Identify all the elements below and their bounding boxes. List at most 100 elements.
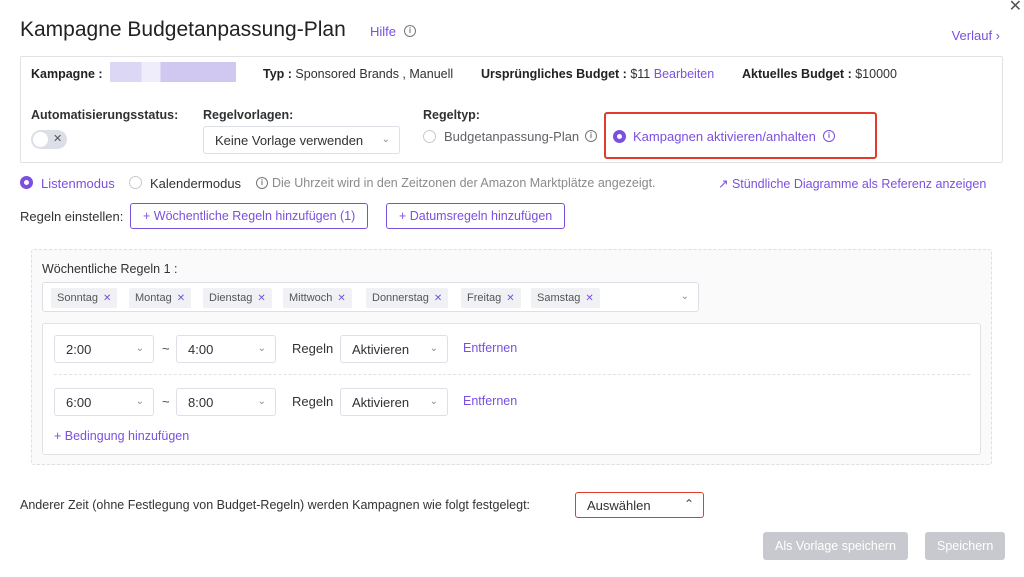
chevron-down-icon: ⌄ (381, 134, 390, 145)
other-time-select[interactable]: Auswählen ⌃ (575, 492, 704, 518)
radio-activate-pause[interactable] (613, 130, 626, 143)
action-value: Aktivieren (352, 395, 410, 410)
help-link[interactable]: Hilfe (370, 24, 396, 39)
info-icon: i (823, 130, 835, 142)
radio-budget-plan[interactable] (423, 130, 436, 143)
radio-list-mode[interactable] (20, 176, 33, 189)
chevron-down-icon: ⌄ (135, 343, 144, 354)
chevron-down-icon: ⌄ (429, 396, 438, 407)
day-tag: Dienstag ✕ (203, 288, 272, 308)
close-icon[interactable]: ✕ (1009, 0, 1022, 16)
calendar-mode-label[interactable]: Kalendermodus (150, 176, 241, 191)
remove-condition-link[interactable]: Entfernen (463, 394, 517, 408)
other-time-label: Anderer Zeit (ohne Festlegung von Budget… (20, 498, 531, 512)
info-icon: i (404, 25, 416, 37)
current-budget-value: $10000 (855, 67, 897, 81)
divider (54, 374, 970, 375)
campaign-type: Typ : Sponsored Brands , Manuell (263, 67, 453, 81)
days-multiselect[interactable]: Sonntag ✕ Montag ✕ Dienstag ✕ Mittwoch ✕ Don… (42, 282, 699, 312)
to-time-value: 4:00 (188, 342, 214, 357)
from-time-value: 2:00 (66, 342, 92, 357)
from-time-select[interactable]: 2:00 ⌄ (54, 335, 154, 363)
close-icon[interactable]: ✕ (257, 293, 265, 304)
current-budget: Aktuelles Budget : $10000 (742, 67, 897, 81)
range-separator: ~ (162, 341, 170, 356)
edit-budget-link[interactable]: Bearbeiten (654, 67, 714, 81)
day-tag: Mittwoch ✕ (283, 288, 352, 308)
chevron-down-icon: ⌄ (257, 343, 266, 354)
add-date-rules-button[interactable]: + Datumsregeln hinzufügen (386, 203, 566, 229)
to-time-select[interactable]: 4:00 ⌄ (176, 335, 276, 363)
from-time-select[interactable]: 6:00 ⌄ (54, 388, 154, 416)
rule-type-label: Regeltyp: (423, 108, 480, 122)
add-condition-link[interactable]: + Bedingung hinzufügen (54, 429, 189, 443)
day-tag-label: Montag (135, 292, 172, 304)
day-tag-label: Sonntag (57, 292, 98, 304)
automation-toggle[interactable]: ✕ (31, 130, 67, 149)
type-label: Typ : (263, 67, 292, 81)
day-tag-label: Samstag (537, 292, 581, 304)
day-tag: Donnerstag ✕ (366, 288, 449, 308)
remove-condition-link[interactable]: Entfernen (463, 341, 517, 355)
orig-budget-label: Ursprüngliches Budget : (481, 67, 627, 81)
hourly-chart-label: Stündliche Diagramme als Referenz anzeig… (731, 177, 987, 191)
info-icon: i (585, 130, 597, 142)
close-icon: ✕ (53, 133, 63, 145)
chevron-down-icon: ⌄ (680, 291, 689, 302)
hourly-chart-link[interactable]: ↗ Stündliche Diagramme als Referenz anze… (718, 176, 986, 191)
templates-label: Regelvorlagen: (203, 108, 294, 122)
day-tag-label: Freitag (467, 292, 502, 304)
rules-label: Regeln einstellen: (20, 209, 124, 224)
rules-word-label: Regeln (292, 341, 334, 356)
close-icon[interactable]: ✕ (585, 293, 593, 304)
chevron-up-icon: ⌃ (683, 497, 694, 511)
template-select[interactable]: Keine Vorlage verwenden ⌄ (203, 126, 400, 154)
chevron-down-icon: ⌄ (429, 343, 438, 354)
toggle-knob (33, 132, 48, 147)
day-tag: Montag ✕ (129, 288, 192, 308)
from-time-value: 6:00 (66, 395, 92, 410)
weekly-rules-title: Wöchentliche Regeln 1 : (42, 262, 178, 276)
radio-calendar-mode[interactable] (129, 176, 142, 189)
day-tag: Freitag ✕ (461, 288, 521, 308)
trend-icon: ↗ (718, 177, 729, 191)
close-icon[interactable]: ✕ (434, 293, 442, 304)
day-tag: Samstag ✕ (531, 288, 600, 308)
chevron-down-icon: ⌄ (135, 396, 144, 407)
range-separator: ~ (162, 394, 170, 409)
type-value: Sponsored Brands , Manuell (295, 67, 454, 81)
rules-word-label: Regeln (292, 394, 334, 409)
radio-budget-plan-label[interactable]: Budgetanpassung-Plan (444, 129, 579, 144)
day-tag: Sonntag ✕ (51, 288, 118, 308)
info-icon: i (256, 177, 268, 189)
to-time-value: 8:00 (188, 395, 214, 410)
campaign-name-redacted (110, 62, 236, 82)
chevron-down-icon: ⌄ (257, 396, 266, 407)
close-icon[interactable]: ✕ (103, 293, 111, 304)
history-link[interactable]: Verlauf › (952, 28, 1000, 43)
to-time-select[interactable]: 8:00 ⌄ (176, 388, 276, 416)
original-budget: Ursprüngliches Budget : $11 Bearbeiten (481, 67, 714, 81)
page-title: Kampagne Budgetanpassung-Plan (20, 18, 346, 41)
save-as-template-button[interactable]: Als Vorlage speichern (763, 532, 908, 560)
radio-activate-pause-label[interactable]: Kampagnen aktivieren/anhalten (633, 129, 816, 144)
action-select[interactable]: Aktivieren ⌄ (340, 388, 448, 416)
timezone-info: Die Uhrzeit wird in den Zeitzonen der Am… (272, 176, 656, 190)
other-time-select-value: Auswählen (587, 498, 651, 513)
save-button[interactable]: Speichern (925, 532, 1006, 560)
close-icon[interactable]: ✕ (506, 293, 514, 304)
automation-status-label: Automatisierungsstatus: (31, 108, 179, 122)
template-select-value: Keine Vorlage verwenden (215, 133, 364, 148)
close-icon[interactable]: ✕ (337, 293, 345, 304)
action-value: Aktivieren (352, 342, 410, 357)
orig-budget-value: $11 (630, 67, 651, 81)
add-weekly-rules-button[interactable]: + Wöchentliche Regeln hinzufügen (1) (130, 203, 369, 229)
day-tag-label: Donnerstag (372, 292, 429, 304)
action-select[interactable]: Aktivieren ⌄ (340, 335, 448, 363)
campaign-label: Kampagne : (31, 67, 103, 81)
day-tag-label: Dienstag (209, 292, 253, 304)
current-budget-label: Aktuelles Budget : (742, 67, 852, 81)
close-icon[interactable]: ✕ (177, 293, 185, 304)
list-mode-label[interactable]: Listenmodus (41, 176, 115, 191)
day-tag-label: Mittwoch (289, 292, 333, 304)
